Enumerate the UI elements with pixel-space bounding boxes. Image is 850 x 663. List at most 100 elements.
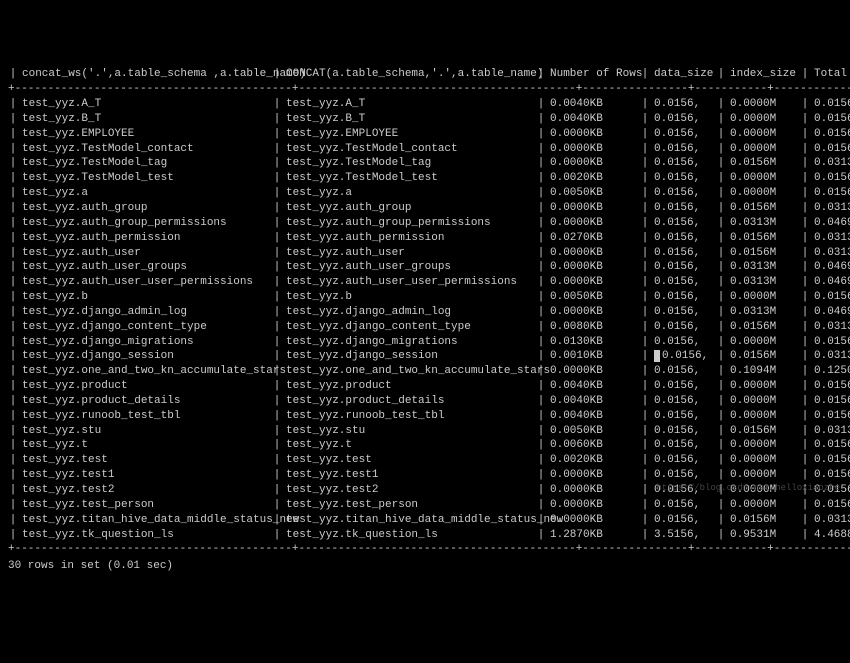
column-separator: | xyxy=(272,513,282,528)
cell-col3: 0.0050KB xyxy=(546,186,640,201)
watermark: https://blog.csdn.net/helloxiaozhe xyxy=(656,482,840,494)
cell-col2: test_yyz.tk_question_ls xyxy=(282,528,536,543)
column-separator: | xyxy=(8,186,18,201)
cell-col6: 0.0156M xyxy=(810,394,850,409)
cell-col2: test_yyz.A_T xyxy=(282,97,536,112)
column-separator: | xyxy=(800,246,810,261)
column-separator: | xyxy=(536,260,546,275)
cell-col3: 0.0020KB xyxy=(546,453,640,468)
separator-line: +---------------------------------------… xyxy=(8,82,842,97)
column-separator: | xyxy=(640,379,650,394)
column-separator: | xyxy=(640,513,650,528)
cell-col4: 0.0156, xyxy=(650,364,716,379)
table-row: |test_yyz.one_and_two_kn_accumulate_star… xyxy=(8,364,842,379)
column-separator: | xyxy=(800,528,810,543)
column-separator: | xyxy=(8,513,18,528)
cell-col3: 0.0000KB xyxy=(546,201,640,216)
cell-col4: 3.5156, xyxy=(650,528,716,543)
cell-col5: 0.0313M xyxy=(726,305,800,320)
cell-col1: test_yyz.A_T xyxy=(18,97,272,112)
column-separator: | xyxy=(536,186,546,201)
result-summary: 30 rows in set (0.01 sec) xyxy=(8,559,842,574)
cell-col3: 0.0080KB xyxy=(546,320,640,335)
table-row: |test_yyz.django_session|test_yyz.django… xyxy=(8,349,842,364)
table-row: |test_yyz.EMPLOYEE|test_yyz.EMPLOYEE|0.0… xyxy=(8,127,842,142)
cell-col4: 0.0156, xyxy=(650,260,716,275)
table-row: |test_yyz.product|test_yyz.product|0.004… xyxy=(8,379,842,394)
column-separator: | xyxy=(716,424,726,439)
column-separator: | xyxy=(800,498,810,513)
cell-col4: 0.0156, xyxy=(650,246,716,261)
table-row: |test_yyz.auth_group_permissions|test_yy… xyxy=(8,216,842,231)
cell-col3: 0.0040KB xyxy=(546,394,640,409)
header-col2: CONCAT(a.table_schema,'.',a.table_name) xyxy=(282,67,536,82)
column-separator: | xyxy=(640,127,650,142)
cell-col6: 0.0156M xyxy=(810,453,850,468)
cell-col5: 0.0000M xyxy=(726,453,800,468)
table-row: |test_yyz.runoob_test_tbl|test_yyz.runoo… xyxy=(8,409,842,424)
column-separator: | xyxy=(536,246,546,261)
cell-col5: 0.0000M xyxy=(726,379,800,394)
column-separator: | xyxy=(8,127,18,142)
column-separator: | xyxy=(640,483,650,498)
column-separator: | xyxy=(716,498,726,513)
cell-col4: 0.0156, xyxy=(650,424,716,439)
cell-col2: test_yyz.test xyxy=(282,453,536,468)
column-separator: | xyxy=(800,260,810,275)
cell-col6: 0.0156M xyxy=(810,127,850,142)
header-col5: index_size xyxy=(726,67,800,82)
column-separator: | xyxy=(716,171,726,186)
cell-col1: test_yyz.titan_hive_data_middle_status_n… xyxy=(18,513,272,528)
column-separator: | xyxy=(716,394,726,409)
column-separator: | xyxy=(800,231,810,246)
column-separator: | xyxy=(536,424,546,439)
column-separator: | xyxy=(8,97,18,112)
column-separator: | xyxy=(272,231,282,246)
cell-col1: test_yyz.stu xyxy=(18,424,272,439)
cell-col5: 0.0156M xyxy=(726,513,800,528)
cell-col2: test_yyz.titan_hive_data_middle_status_n… xyxy=(282,513,536,528)
cell-col5: 0.0313M xyxy=(726,275,800,290)
cell-col3: 0.0000KB xyxy=(546,142,640,157)
column-separator: | xyxy=(536,335,546,350)
column-separator: | xyxy=(716,528,726,543)
table-header-row: |concat_ws('.',a.table_schema ,a.table_n… xyxy=(8,67,842,82)
column-separator: | xyxy=(716,335,726,350)
cell-col1: test_yyz.auth_user_groups xyxy=(18,260,272,275)
text-cursor xyxy=(654,350,660,362)
cell-col3: 0.0040KB xyxy=(546,379,640,394)
column-separator: | xyxy=(640,320,650,335)
column-separator: | xyxy=(536,97,546,112)
column-separator: | xyxy=(536,127,546,142)
cell-col4: 0.0156, xyxy=(650,468,716,483)
cell-col3: 0.0010KB xyxy=(546,349,640,364)
column-separator: | xyxy=(800,216,810,231)
cell-col6: 0.0469M xyxy=(810,260,850,275)
column-separator: | xyxy=(272,468,282,483)
cell-col1: test_yyz.django_content_type xyxy=(18,320,272,335)
cell-col4: 0.0156, xyxy=(650,379,716,394)
column-separator: | xyxy=(272,424,282,439)
table-row: |test_yyz.TestModel_tag|test_yyz.TestMod… xyxy=(8,156,842,171)
cell-col5: 0.0000M xyxy=(726,112,800,127)
column-separator: | xyxy=(272,320,282,335)
cell-col1: test_yyz.django_admin_log xyxy=(18,305,272,320)
header-col6: Total xyxy=(810,67,850,82)
column-separator: | xyxy=(800,275,810,290)
cell-col3: 0.0020KB xyxy=(546,171,640,186)
column-separator: | xyxy=(272,260,282,275)
cell-col1: test_yyz.EMPLOYEE xyxy=(18,127,272,142)
cell-col2: test_yyz.test2 xyxy=(282,483,536,498)
cell-col2: test_yyz.auth_user xyxy=(282,246,536,261)
cell-col6: 0.0469M xyxy=(810,305,850,320)
column-separator: | xyxy=(8,379,18,394)
cell-col1: test_yyz.auth_user xyxy=(18,246,272,261)
column-separator: | xyxy=(272,498,282,513)
column-separator: | xyxy=(8,290,18,305)
cell-col1: test_yyz.TestModel_tag xyxy=(18,156,272,171)
column-separator: | xyxy=(272,97,282,112)
table-row: |test_yyz.django_migrations|test_yyz.dja… xyxy=(8,335,842,350)
column-separator: | xyxy=(716,216,726,231)
column-separator: | xyxy=(8,320,18,335)
column-separator: | xyxy=(272,409,282,424)
